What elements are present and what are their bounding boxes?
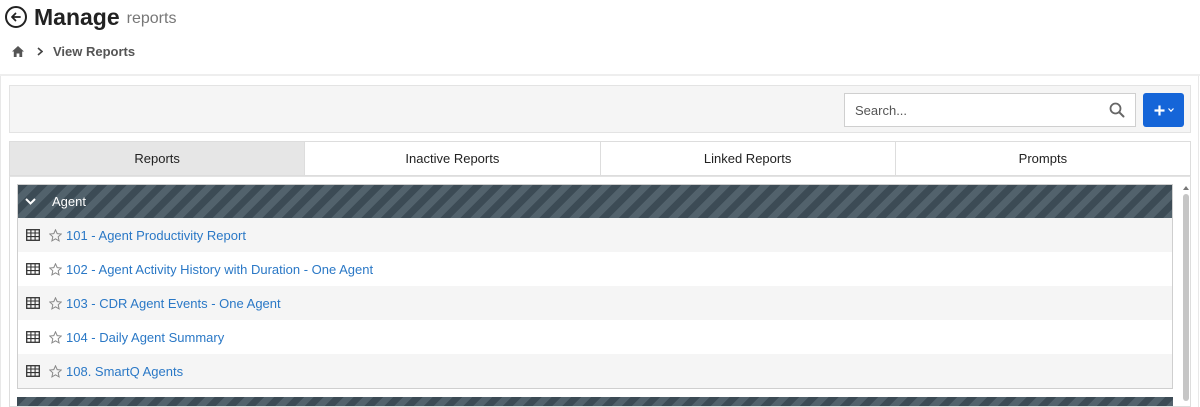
tab-linked-reports[interactable]: Linked Reports xyxy=(600,142,896,175)
group-header-next[interactable] xyxy=(17,397,1173,406)
table-row: 103 - CDR Agent Events - One Agent xyxy=(18,286,1172,320)
report-link[interactable]: 103 - CDR Agent Events - One Agent xyxy=(66,296,281,311)
report-list-panel: Agent 101 - Agent Productivity Report 10… xyxy=(9,176,1191,407)
page-subtitle: reports xyxy=(126,10,177,27)
table-grid-icon xyxy=(26,297,40,309)
chevron-down-icon xyxy=(25,198,36,205)
page-header: Manage reports xyxy=(5,4,176,30)
breadcrumb-current: View Reports xyxy=(53,43,136,59)
arrow-left-icon xyxy=(11,12,21,22)
star-icon[interactable] xyxy=(49,364,62,378)
tab-inactive-reports[interactable]: Inactive Reports xyxy=(305,142,601,175)
search-box[interactable] xyxy=(844,93,1136,127)
report-group-agent: Agent 101 - Agent Productivity Report 10… xyxy=(17,184,1173,389)
star-icon[interactable] xyxy=(49,330,62,344)
home-icon[interactable] xyxy=(11,45,25,58)
chevron-right-icon xyxy=(37,46,43,56)
group-header-agent[interactable]: Agent xyxy=(18,185,1172,218)
plus-icon xyxy=(1154,105,1164,115)
table-row: 102 - Agent Activity History with Durati… xyxy=(18,252,1172,286)
back-button[interactable] xyxy=(5,6,27,28)
toolbar xyxy=(9,85,1191,133)
tab-prompts[interactable]: Prompts xyxy=(895,142,1190,175)
scrollbar[interactable] xyxy=(1182,184,1190,402)
report-tabs: Reports Inactive Reports Linked Reports … xyxy=(9,141,1191,176)
page-title: Manage xyxy=(34,3,120,30)
reports-card: Reports Inactive Reports Linked Reports … xyxy=(0,76,1199,407)
search-input[interactable] xyxy=(855,102,1109,118)
search-icon[interactable] xyxy=(1109,102,1125,118)
scroll-up-arrow-icon[interactable] xyxy=(1183,186,1189,190)
table-row: 108. SmartQ Agents xyxy=(18,354,1172,388)
group-header-label: Agent xyxy=(52,194,86,209)
table-grid-icon xyxy=(26,331,40,343)
report-link[interactable]: 104 - Daily Agent Summary xyxy=(66,330,224,345)
report-link[interactable]: 102 - Agent Activity History with Durati… xyxy=(66,262,373,277)
scrollbar-thumb[interactable] xyxy=(1183,194,1189,401)
table-grid-icon xyxy=(26,263,40,275)
table-row: 101 - Agent Productivity Report xyxy=(18,218,1172,252)
tab-reports[interactable]: Reports xyxy=(10,142,306,175)
report-link[interactable]: 108. SmartQ Agents xyxy=(66,364,183,379)
table-grid-icon xyxy=(26,229,40,241)
chevron-down-icon xyxy=(1167,108,1174,112)
breadcrumb: View Reports xyxy=(11,43,135,59)
table-row: 104 - Daily Agent Summary xyxy=(18,320,1172,354)
star-icon[interactable] xyxy=(49,296,62,310)
star-icon[interactable] xyxy=(49,262,62,276)
add-report-button[interactable] xyxy=(1143,93,1184,127)
report-link[interactable]: 101 - Agent Productivity Report xyxy=(66,228,246,243)
star-icon[interactable] xyxy=(49,228,62,242)
table-grid-icon xyxy=(26,365,40,377)
